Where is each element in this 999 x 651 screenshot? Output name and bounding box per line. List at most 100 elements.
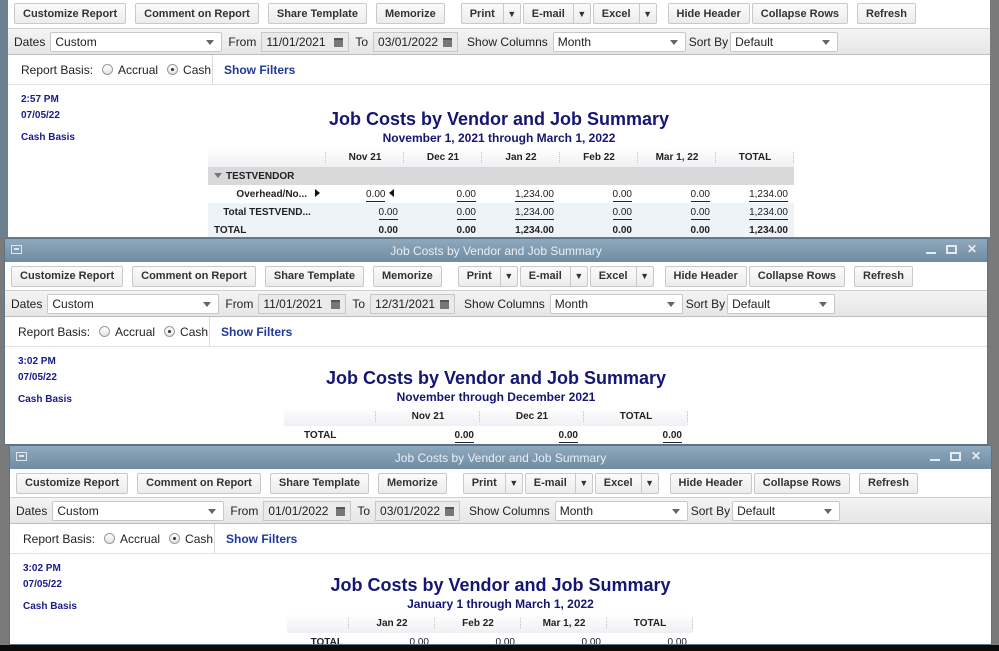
row-drag-right-icon[interactable] <box>315 188 320 197</box>
calendar-icon[interactable] <box>445 506 455 516</box>
share-template-button[interactable]: Share Template <box>269 472 369 494</box>
hide-header-button[interactable]: Hide Header <box>667 3 750 24</box>
value-cell[interactable]: 0.00 <box>560 185 638 203</box>
value-cell[interactable]: 0.00 <box>638 221 716 237</box>
column-header[interactable]: TOTAL <box>716 148 794 167</box>
column-resize-handle[interactable] <box>692 618 693 629</box>
dates-select[interactable]: Custom <box>52 500 225 521</box>
maximize-icon[interactable] <box>945 245 957 254</box>
from-date-field[interactable]: 11/01/2021 <box>258 293 347 314</box>
email-dropdown-icon[interactable]: ▼ <box>571 271 587 281</box>
print-label[interactable]: Print <box>464 473 506 493</box>
print-dropdown-icon[interactable]: ▼ <box>506 478 522 488</box>
excel-label[interactable]: Excel <box>594 4 640 23</box>
value-cell[interactable]: 0.00 <box>326 203 404 221</box>
value-cell[interactable]: 0.00 <box>376 426 480 444</box>
value-cell[interactable]: 0.00 <box>404 185 482 203</box>
print-dropdown-icon[interactable]: ▼ <box>501 271 517 281</box>
column-header[interactable]: Nov 21 <box>376 407 480 426</box>
cash-radio[interactable] <box>167 64 179 75</box>
cash-label[interactable]: Cash <box>183 63 211 77</box>
value-cell[interactable]: 1,234.00 <box>716 185 794 203</box>
column-header[interactable]: Jan 22 <box>482 148 560 167</box>
to-date-field[interactable]: 03/01/2022 <box>375 500 461 521</box>
calendar-icon[interactable] <box>443 37 453 47</box>
table-row[interactable]: TOTAL 0.00 0.00 1,234.00 0.00 0.00 1,234.00 <box>208 221 794 237</box>
cash-radio[interactable] <box>164 326 176 337</box>
column-header[interactable]: Jan 22 <box>349 614 435 633</box>
value-cell[interactable]: 0.00 <box>638 185 716 203</box>
value-cell[interactable]: 0.00 <box>435 633 521 645</box>
value-cell[interactable]: 0.00 <box>326 185 404 203</box>
column-header[interactable]: Feb 22 <box>560 148 638 167</box>
excel-button[interactable]: Excel ▼ <box>594 472 659 494</box>
column-header[interactable]: Mar 1, 22 <box>521 614 607 633</box>
minimize-icon[interactable] <box>925 242 936 254</box>
email-dropdown-icon[interactable]: ▼ <box>574 9 590 19</box>
column-resize-handle[interactable] <box>793 152 794 163</box>
table-row[interactable]: Total TESTVEND... 0.00 0.00 1,234.00 0.00 0.0… <box>208 203 794 221</box>
show-filters-link[interactable]: Show Filters <box>215 532 297 546</box>
column-resize-handle[interactable] <box>687 411 688 422</box>
value-cell[interactable]: 0.00 <box>607 633 693 645</box>
minimize-icon[interactable] <box>929 449 940 461</box>
email-label[interactable]: E-mail <box>521 266 571 286</box>
value-cell[interactable]: 0.00 <box>326 221 404 237</box>
close-icon[interactable]: ✕ <box>971 449 981 463</box>
cash-label[interactable]: Cash <box>180 325 208 339</box>
from-date-field[interactable]: 01/01/2022 <box>263 500 352 521</box>
email-dropdown-icon[interactable]: ▼ <box>576 478 592 488</box>
collapse-rows-button[interactable]: Collapse Rows <box>753 472 850 494</box>
accrual-radio[interactable] <box>99 326 111 337</box>
column-drag-left-icon[interactable] <box>389 188 395 197</box>
memorize-button[interactable]: Memorize <box>375 3 445 24</box>
email-button[interactable]: E-mail ▼ <box>524 472 593 494</box>
collapse-triangle-icon[interactable] <box>214 172 222 178</box>
value-cell[interactable]: 1,234.00 <box>482 185 560 203</box>
calendar-icon[interactable] <box>336 506 346 516</box>
show-filters-link[interactable]: Show Filters <box>213 63 295 77</box>
collapse-rows-button[interactable]: Collapse Rows <box>748 265 845 287</box>
customize-report-button[interactable]: Customize Report <box>14 3 127 24</box>
maximize-icon[interactable] <box>949 452 961 461</box>
column-header[interactable]: Dec 21 <box>480 407 584 426</box>
accrual-label[interactable]: Accrual <box>115 325 155 339</box>
column-header[interactable]: TOTAL <box>607 614 693 633</box>
calendar-icon[interactable] <box>334 37 344 47</box>
close-icon[interactable]: ✕ <box>967 242 977 256</box>
comment-on-report-button[interactable]: Comment on Report <box>135 3 259 24</box>
show-filters-link[interactable]: Show Filters <box>210 325 292 339</box>
collapse-rows-button[interactable]: Collapse Rows <box>751 3 848 24</box>
column-header[interactable]: Nov 21 <box>326 148 404 167</box>
excel-dropdown-icon[interactable]: ▼ <box>637 271 653 281</box>
print-button[interactable]: Print ▼ <box>460 3 521 24</box>
value-cell[interactable]: 0.00 <box>404 221 482 237</box>
excel-label[interactable]: Excel <box>596 473 642 493</box>
show-columns-select[interactable]: Month <box>554 500 688 521</box>
value-cell[interactable]: 1,234.00 <box>716 203 794 221</box>
to-date-field[interactable]: 03/01/2022 <box>373 31 459 52</box>
value-cell[interactable]: 1,234.00 <box>482 221 560 237</box>
share-template-button[interactable]: Share Template <box>264 265 364 287</box>
accrual-label[interactable]: Accrual <box>118 63 158 77</box>
hide-header-button[interactable]: Hide Header <box>664 265 747 287</box>
value-cell[interactable]: 0.00 <box>560 221 638 237</box>
window-title-bar[interactable]: Job Costs by Vendor and Job Summary ✕ <box>10 446 991 469</box>
excel-dropdown-icon[interactable]: ▼ <box>640 9 656 19</box>
accrual-radio[interactable] <box>104 533 116 544</box>
cash-label[interactable]: Cash <box>185 532 213 546</box>
table-row[interactable]: TESTVENDOR <box>208 167 794 185</box>
window-title-bar[interactable]: Job Costs by Vendor and Job Summary ✕ <box>5 239 987 262</box>
value-cell[interactable]: 0.00 <box>521 633 607 645</box>
excel-button[interactable]: Excel ▼ <box>592 3 657 24</box>
sort-by-select[interactable]: Default <box>730 31 839 52</box>
email-label[interactable]: E-mail <box>524 4 574 23</box>
value-cell[interactable]: 1,234.00 <box>482 203 560 221</box>
value-cell[interactable]: 0.00 <box>560 203 638 221</box>
refresh-button[interactable]: Refresh <box>854 265 913 287</box>
value-cell[interactable]: 0.00 <box>349 633 435 645</box>
print-button[interactable]: Print ▼ <box>462 472 523 494</box>
column-header[interactable]: TOTAL <box>584 407 688 426</box>
calendar-icon[interactable] <box>331 299 341 309</box>
column-header[interactable]: Dec 21 <box>404 148 482 167</box>
